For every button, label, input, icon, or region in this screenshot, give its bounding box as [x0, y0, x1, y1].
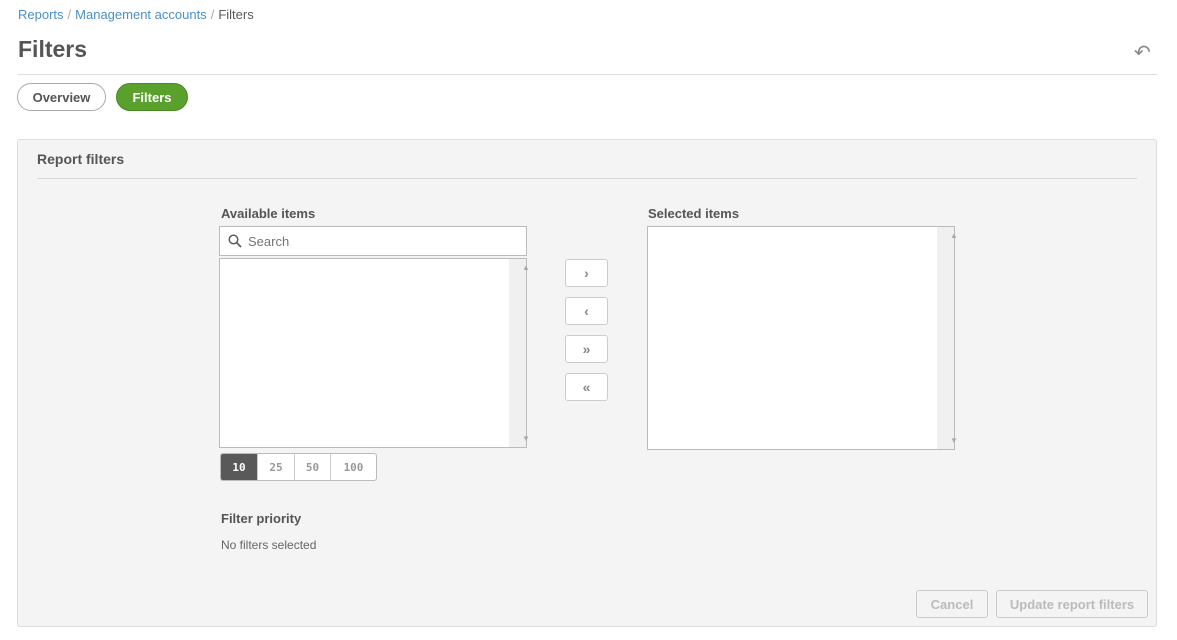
page-size-100[interactable]: 100	[331, 454, 376, 480]
search-icon	[228, 234, 242, 248]
move-left-button[interactable]: ‹	[565, 297, 608, 325]
breadcrumb-management-accounts[interactable]: Management accounts	[75, 7, 207, 22]
breadcrumb-current: Filters	[218, 7, 254, 22]
move-all-right-button[interactable]: »	[565, 335, 608, 363]
page-size-10[interactable]: 10	[221, 454, 258, 480]
cancel-button[interactable]: Cancel	[916, 590, 988, 618]
search-input[interactable]	[246, 232, 506, 250]
scrollbar[interactable]: ▲ ▼	[509, 259, 530, 447]
divider	[37, 178, 1137, 179]
update-report-filters-button[interactable]: Update report filters	[996, 590, 1148, 618]
page-size-50[interactable]: 50	[295, 454, 331, 480]
tab-overview[interactable]: Overview	[17, 83, 106, 111]
move-all-left-button[interactable]: «	[565, 373, 608, 401]
breadcrumb-reports[interactable]: Reports	[18, 7, 64, 22]
page-title: Filters	[18, 36, 88, 62]
divider	[18, 74, 1157, 75]
scrollbar[interactable]: ▲ ▼	[937, 227, 958, 449]
page-size-selector: 10 25 50 100	[220, 453, 377, 481]
available-items-list[interactable]: ▲ ▼	[219, 258, 530, 448]
filter-priority-label: Filter priority	[221, 511, 302, 526]
panel-title: Report filters	[37, 151, 125, 167]
selected-items-label: Selected items	[648, 206, 740, 221]
page-size-25[interactable]: 25	[258, 454, 295, 480]
breadcrumb: Reports / Management accounts / Filters	[18, 7, 254, 22]
search-field[interactable]	[219, 226, 527, 256]
move-right-button[interactable]: ›	[565, 259, 608, 287]
selected-items-list[interactable]: ▲ ▼	[647, 226, 958, 450]
available-items-label: Available items	[221, 206, 316, 221]
tab-filters[interactable]: Filters	[116, 83, 188, 111]
back-arrow-icon[interactable]: ↶	[1134, 40, 1151, 65]
filter-priority-text: No filters selected	[221, 538, 317, 552]
